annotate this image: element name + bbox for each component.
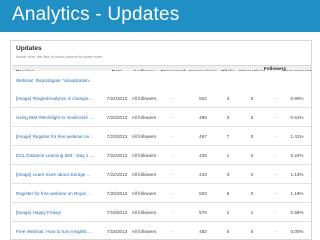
update-sponsored: - [172, 134, 174, 139]
update-clicks: 2 [226, 210, 230, 215]
update-impressions: 482 [199, 229, 207, 234]
update-clicks: 7 [226, 134, 230, 139]
update-interactions: 0 [250, 229, 254, 234]
update-interactions: 1 [250, 210, 254, 215]
update-impressions: 426 [199, 153, 207, 158]
update-sponsored: - [172, 191, 174, 196]
table-row: Webinar: Reportsgate: Visualization... [12, 71, 311, 90]
update-audience: All followers [131, 115, 157, 120]
update-preview-link[interactable]: [Image] Learn more about storage ... [16, 165, 104, 184]
update-clicks: 3 [226, 115, 230, 120]
update-impressions: 579 [199, 210, 207, 215]
title-banner: Analytics - Updates [0, 0, 320, 32]
update-engagement: 1.19% [290, 191, 304, 196]
table-row: [Image] Happy Friday! 7/19/2013 All foll… [12, 203, 311, 222]
update-impressions: 503 [199, 191, 207, 196]
table-row: EGL Distance Learning 680 - Day 1 ... 7/… [12, 146, 311, 165]
update-audience: All followers [131, 210, 157, 215]
update-preview-link[interactable]: [Image] Happy Friday! [16, 203, 104, 222]
update-impressions: 502 [199, 96, 207, 101]
update-clicks: 1 [226, 153, 230, 158]
update-sponsored: - [172, 229, 174, 234]
update-clicks: 6 [226, 191, 230, 196]
update-interactions: 2 [250, 172, 254, 177]
update-sponsored: - [172, 115, 174, 120]
update-clicks: 0 [226, 229, 230, 234]
update-followers-acquired: - [274, 134, 276, 139]
table-row: Register for free webinar on Royal ... 7… [12, 184, 311, 203]
updates-panel: Updates Hover over the title of each col… [10, 40, 312, 240]
update-audience: All followers [131, 191, 157, 196]
update-date: 7/22/2013 [106, 153, 128, 158]
update-audience [130, 71, 158, 90]
update-followers-acquired: - [274, 191, 276, 196]
updates-title: Updates [16, 45, 42, 52]
update-engagement: 0.61% [290, 115, 304, 120]
update-clicks [218, 71, 238, 90]
update-sponsored: - [172, 153, 174, 158]
update-followers-acquired: - [274, 115, 276, 120]
update-clicks: 4 [226, 96, 230, 101]
update-interactions [238, 71, 266, 90]
update-audience: All followers [131, 134, 157, 139]
update-sponsored: - [172, 210, 174, 215]
update-date: 7/23/2013 [106, 134, 128, 139]
update-preview-link[interactable]: [Image] Register for free webinar on... [16, 127, 104, 146]
update-interactions: 0 [250, 115, 254, 120]
update-date: 7/19/2013 [106, 210, 128, 215]
update-followers-acquired: - [274, 229, 276, 234]
update-followers-acquired [266, 71, 284, 90]
update-preview-link[interactable]: EGL Distance Learning 680 - Day 1 ... [16, 146, 104, 165]
update-audience: All followers [131, 172, 157, 177]
update-impressions: 443 [199, 172, 207, 177]
update-interactions: 0 [250, 96, 254, 101]
update-audience: All followers [131, 96, 157, 101]
table-row: Using IBM #Worklight to modernize ... 7/… [12, 108, 311, 127]
update-preview-link[interactable]: Free Webinar: How to turn insights ... [16, 222, 104, 239]
update-date: 7/22/2013 [106, 172, 128, 177]
update-sponsored [158, 71, 188, 90]
update-date: 7/24/2013 [106, 96, 128, 101]
update-followers-acquired: - [274, 96, 276, 101]
table-row: Free Webinar: How to turn insights ... 7… [12, 222, 311, 239]
update-interactions: 0 [250, 134, 254, 139]
update-engagement: 0.58% [290, 210, 304, 215]
update-impressions [188, 71, 218, 90]
table-row: [Image] Learn more about storage ... 7/2… [12, 165, 311, 184]
update-date: 7/23/2013 [106, 115, 128, 120]
update-preview-link[interactable]: Register for free webinar on Royal ... [16, 184, 104, 203]
update-preview-link[interactable]: Using IBM #Worklight to modernize ... [16, 108, 104, 127]
table-row: [Image] Register for free webinar on... … [12, 127, 311, 146]
update-interactions: 0 [250, 153, 254, 158]
table-row: [Image] #DigitalAnalytics is changin... … [12, 89, 311, 108]
update-date [104, 71, 130, 90]
update-impressions: 489 [199, 115, 207, 120]
update-engagement: 0.00% [290, 229, 304, 234]
update-interactions: 0 [250, 191, 254, 196]
update-engagement [284, 71, 310, 90]
column-hint-text: Hover over the title of each column to l… [16, 54, 103, 59]
update-engagement: 1.13% [290, 172, 304, 177]
update-followers-acquired: - [274, 210, 276, 215]
update-sponsored: - [172, 96, 174, 101]
update-followers-acquired: - [274, 153, 276, 158]
update-date: 7/18/2013 [106, 229, 128, 234]
update-engagement: 1.41% [290, 134, 304, 139]
update-impressions: 497 [199, 134, 207, 139]
update-sponsored: - [172, 172, 174, 177]
update-engagement: 0.80% [290, 96, 304, 101]
slide-title: Analytics - Updates [12, 4, 180, 25]
update-audience: All followers [131, 229, 157, 234]
update-engagement: 0.24% [290, 153, 304, 158]
update-preview-link[interactable]: Webinar: Reportsgate: Visualization... [16, 71, 104, 90]
update-preview-link[interactable]: [Image] #DigitalAnalytics is changin... [16, 89, 104, 108]
update-audience: All followers [131, 153, 157, 158]
update-followers-acquired: - [274, 172, 276, 177]
update-clicks: 3 [226, 172, 230, 177]
update-date: 7/20/2013 [106, 191, 128, 196]
